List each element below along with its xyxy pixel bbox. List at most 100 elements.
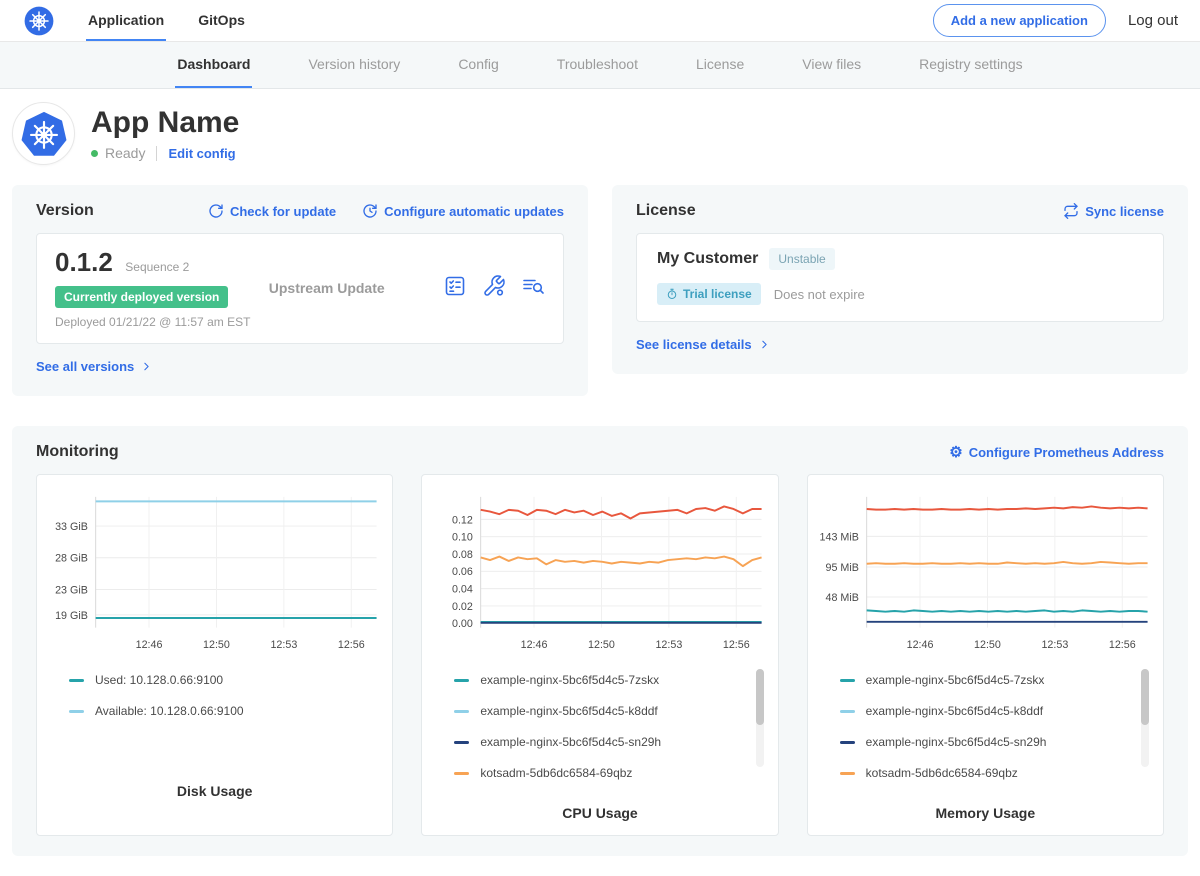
gear-icon: ⚙ [949, 445, 962, 460]
chart-series-line [481, 557, 762, 567]
y-axis-tick-label: 0.08 [452, 549, 473, 561]
chevron-right-icon [140, 360, 153, 373]
legend-item[interactable]: example-nginx-5bc6f5d4c5-k8ddf [454, 704, 751, 718]
top-navigation: ApplicationGitOps Add a new application … [0, 0, 1200, 42]
legend-item[interactable]: example-nginx-5bc6f5d4c5-sn29h [840, 735, 1137, 749]
legend-color-dash [454, 741, 469, 744]
chart-series-line [866, 562, 1147, 564]
topnav-tabs: Application GitOps [86, 0, 247, 41]
subnav-item-view-files[interactable]: View files [800, 42, 863, 88]
cpu-usage-title: CPU Usage [428, 805, 771, 821]
legend-item[interactable]: example-nginx-5bc6f5d4c5-sn29h [454, 735, 751, 749]
legend-label: example-nginx-5bc6f5d4c5-k8ddf [480, 704, 657, 718]
disk-usage-panel: 33 GiB28 GiB23 GiB19 GiB12:4612:5012:531… [36, 474, 393, 836]
legend-label: example-nginx-5bc6f5d4c5-sn29h [866, 735, 1047, 749]
legend-color-dash [840, 741, 855, 744]
y-axis-tick-label: 0.00 [452, 618, 473, 630]
y-axis-tick-label: 33 GiB [55, 521, 88, 533]
topnav-tab-gitops[interactable]: GitOps [196, 0, 247, 41]
trial-license-badge: Trial license [657, 283, 761, 305]
sync-license-label: Sync license [1085, 204, 1164, 219]
memory-usage-legend: example-nginx-5bc6f5d4c5-7zskx example-ng… [814, 657, 1157, 801]
upstream-update-label: Upstream Update [269, 280, 385, 296]
chart-series-line [481, 506, 762, 518]
y-axis-tick-label: 19 GiB [55, 610, 88, 622]
version-number: 0.1.2 [55, 247, 113, 277]
chart-series-line [866, 610, 1147, 611]
cpu-usage-panel: 0.120.100.080.060.040.020.0012:4612:5012… [421, 474, 778, 836]
add-application-button[interactable]: Add a new application [933, 4, 1106, 37]
legend-scrollbar[interactable] [1141, 669, 1149, 767]
legend-scrollbar[interactable] [756, 669, 764, 767]
legend-label: kotsadm-5db6dc6584-69qbz [480, 766, 632, 780]
app-header: App Name Ready Edit config [0, 89, 1200, 181]
chevron-right-icon [758, 338, 771, 351]
legend-item[interactable]: example-nginx-5bc6f5d4c5-7zskx [454, 673, 751, 687]
legend-color-dash [454, 679, 469, 682]
see-license-details-label: See license details [636, 337, 752, 352]
legend-label: example-nginx-5bc6f5d4c5-7zskx [866, 673, 1045, 687]
disk-usage-chart: 33 GiB28 GiB23 GiB19 GiB12:4612:5012:531… [43, 485, 386, 657]
legend-label: Used: 10.128.0.66:9100 [95, 673, 223, 687]
legend-color-dash [454, 772, 469, 775]
logout-link[interactable]: Log out [1128, 12, 1178, 29]
x-axis-tick-label: 12:53 [656, 639, 683, 651]
subnav-item-license[interactable]: License [694, 42, 746, 88]
configure-prometheus-label: Configure Prometheus Address [969, 445, 1164, 460]
app-status-text: Ready [105, 145, 145, 161]
y-axis-tick-label: 143 MiB [819, 531, 858, 543]
y-axis-tick-label: 0.04 [452, 584, 473, 596]
license-expiry-text: Does not expire [774, 287, 865, 302]
x-axis-tick-label: 12:50 [588, 639, 615, 651]
configure-automatic-updates-link[interactable]: Configure automatic updates [362, 203, 564, 219]
edit-config-link[interactable]: Edit config [168, 146, 235, 161]
app-subnav: Dashboard Version history Config Troublesho… [0, 42, 1200, 89]
y-axis-tick-label: 0.10 [452, 532, 473, 544]
legend-item[interactable]: kotsadm-5db6dc6584-69qbz [840, 766, 1137, 780]
check-for-update-label: Check for update [230, 204, 336, 219]
see-all-versions-link[interactable]: See all versions [36, 359, 153, 374]
legend-item[interactable]: Available: 10.128.0.66:9100 [69, 704, 366, 718]
y-axis-tick-label: 48 MiB [825, 592, 858, 604]
legend-item[interactable]: example-nginx-5bc6f5d4c5-7zskx [840, 673, 1137, 687]
legend-label: example-nginx-5bc6f5d4c5-sn29h [480, 735, 661, 749]
memory-usage-chart: 143 MiB95 MiB48 MiB12:4612:5012:5312:56 [814, 485, 1157, 657]
y-axis-tick-label: 23 GiB [55, 584, 88, 596]
chart-series-line [866, 506, 1147, 509]
legend-item[interactable]: Used: 10.128.0.66:9100 [69, 673, 366, 687]
x-axis-tick-label: 12:46 [136, 639, 163, 651]
see-license-details-link[interactable]: See license details [636, 337, 771, 352]
x-axis-tick-label: 12:56 [338, 639, 365, 651]
legend-item[interactable]: kotsadm-5db6dc6584-69qbz [454, 766, 751, 780]
subnav-item-registry-settings[interactable]: Registry settings [917, 42, 1024, 88]
x-axis-tick-label: 12:46 [906, 639, 933, 651]
app-name-title: App Name [91, 106, 239, 139]
subnav-item-troubleshoot[interactable]: Troubleshoot [555, 42, 640, 88]
check-for-update-link[interactable]: Check for update [208, 203, 336, 219]
x-axis-tick-label: 12:53 [1041, 639, 1068, 651]
memory-usage-panel: 143 MiB95 MiB48 MiB12:4612:5012:5312:56 … [807, 474, 1164, 836]
divider [156, 146, 157, 161]
subnav-item-version-history[interactable]: Version history [306, 42, 402, 88]
legend-scrollbar-thumb[interactable] [756, 669, 764, 725]
y-axis-tick-label: 0.06 [452, 566, 473, 578]
subnav-item-config[interactable]: Config [456, 42, 500, 88]
config-wrench-icon[interactable] [482, 274, 506, 303]
sync-license-link[interactable]: Sync license [1063, 203, 1164, 219]
monitoring-section: Monitoring ⚙ Configure Prometheus Addres… [12, 426, 1188, 856]
preflight-checks-icon[interactable] [443, 274, 467, 303]
configure-prometheus-link[interactable]: ⚙ Configure Prometheus Address [949, 445, 1164, 460]
monitoring-title: Monitoring [36, 443, 119, 461]
legend-label: kotsadm-5db6dc6584-69qbz [866, 766, 1018, 780]
deploy-logs-icon[interactable] [521, 274, 545, 303]
legend-label: example-nginx-5bc6f5d4c5-k8ddf [866, 704, 1043, 718]
subnav-item-dashboard[interactable]: Dashboard [175, 42, 252, 88]
deployed-timestamp: Deployed 01/21/22 @ 11:57 am EST [55, 315, 250, 329]
clock-refresh-icon [362, 203, 378, 219]
sync-icon [1063, 203, 1079, 219]
topnav-tab-application[interactable]: Application [86, 0, 166, 41]
disk-usage-title: Disk Usage [43, 783, 386, 799]
legend-scrollbar-thumb[interactable] [1141, 669, 1149, 725]
legend-item[interactable]: example-nginx-5bc6f5d4c5-k8ddf [840, 704, 1137, 718]
cpu-usage-chart: 0.120.100.080.060.040.020.0012:4612:5012… [428, 485, 771, 657]
